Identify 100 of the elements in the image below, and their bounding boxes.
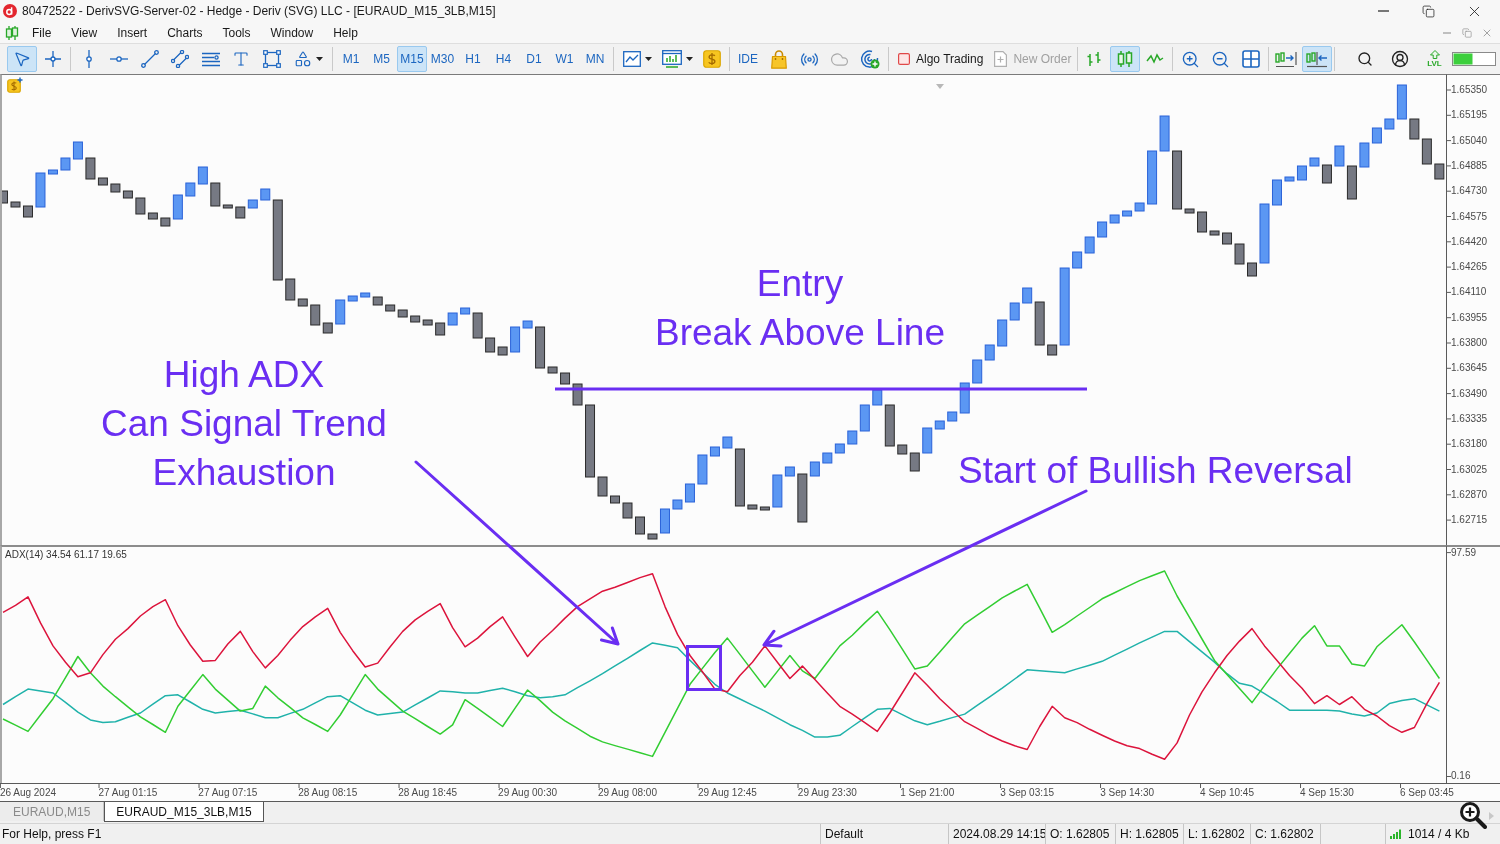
value-label: 97.59	[1451, 546, 1477, 559]
time-label: 28 Aug 08:15	[298, 784, 358, 799]
timeframe-button[interactable]: W1	[549, 46, 580, 72]
target-plus-icon	[860, 49, 880, 69]
timeframe-button[interactable]: M1	[336, 46, 366, 72]
status-field: C: 1.62802	[1255, 827, 1314, 841]
price-label: 1.63025	[1451, 463, 1488, 476]
up-arrow-icon	[1429, 50, 1440, 59]
zigzag-line-icon	[1146, 53, 1165, 65]
chart-tab[interactable]: EURAUD_M15_3LB,M15	[104, 802, 264, 822]
chart-shift-icon	[1305, 50, 1328, 68]
time-label: 26 Aug 2024	[0, 784, 57, 799]
menu-item[interactable]: File	[22, 22, 62, 43]
text-tool-icon	[232, 50, 250, 68]
menu-item[interactable]: Insert	[107, 22, 158, 43]
price-label: 1.63800	[1451, 337, 1488, 349]
zoom-out-icon	[1211, 49, 1231, 69]
time-label: 29 Aug 23:30	[797, 784, 857, 799]
cursor-icon	[13, 50, 31, 68]
highlight-square	[686, 645, 722, 691]
price-label: 1.63335	[1451, 412, 1488, 425]
time-label: 4 Sep 10:45	[1200, 784, 1254, 799]
price-label: 1.65350	[1451, 84, 1488, 96]
zoom-in-icon	[1180, 49, 1200, 69]
cursor-tool-button[interactable]	[7, 46, 37, 72]
shapes-icon	[293, 50, 312, 68]
timeframe-button[interactable]: M5	[366, 46, 397, 72]
connection-meter-icon	[1452, 52, 1496, 66]
stacked-lines-icon	[201, 51, 220, 67]
algo-trading-button[interactable]: Algo Trading	[892, 46, 989, 72]
caret-icon	[686, 57, 693, 61]
menu-item[interactable]: Tools	[212, 22, 261, 43]
chart-window-icon	[622, 51, 641, 67]
price-label: 1.64885	[1451, 159, 1488, 172]
status-text: For Help, press F1	[1, 827, 103, 841]
levels-button[interactable]: LVL	[1417, 46, 1452, 72]
crosshair-icon	[43, 50, 62, 68]
ide-button[interactable]: IDE	[733, 46, 763, 72]
menu-item[interactable]: Help	[323, 22, 368, 43]
horizontal-line-icon	[110, 56, 128, 62]
time-label: 27 Aug 01:15	[98, 784, 158, 799]
menu-item[interactable]: Charts	[157, 22, 213, 43]
time-label: 3 Sep 03:15	[1000, 784, 1055, 799]
rectangle-icon	[262, 50, 281, 68]
price-label: 1.65195	[1451, 109, 1488, 122]
time-label: 29 Aug 08:00	[598, 784, 657, 799]
timeframe-button[interactable]: H1	[458, 46, 488, 72]
menu-item[interactable]: View	[61, 22, 108, 43]
document-plus-icon	[994, 51, 1008, 67]
indicator-label: ADX(14) 34.54 61.17 19.65	[5, 549, 127, 560]
time-label: 1 Sep 21:00	[900, 784, 955, 799]
chart-icon	[5, 25, 19, 40]
price-label: 1.62715	[1451, 514, 1488, 527]
search-icon	[1356, 51, 1373, 67]
dollar-icon	[703, 50, 721, 68]
status-field: O: 1.62805	[1050, 827, 1110, 841]
timeframe-button[interactable]: M15	[397, 46, 427, 72]
price-label: 1.64420	[1451, 235, 1488, 248]
time-label: 29 Aug 00:30	[498, 784, 558, 799]
time-label: 28 Aug 18:45	[398, 784, 458, 799]
timeframe-button[interactable]: M30	[427, 46, 458, 72]
chart-shift-button[interactable]	[1301, 46, 1332, 72]
price-label: 1.63490	[1451, 387, 1488, 400]
channel-icon	[171, 50, 189, 68]
timeframe-button[interactable]: D1	[519, 46, 549, 72]
menu-item[interactable]: Window	[260, 22, 324, 43]
caret-icon	[644, 57, 652, 61]
shopping-bag-icon	[770, 49, 787, 69]
time-label: 3 Sep 14:30	[1100, 784, 1155, 799]
signal-bars-icon	[1390, 829, 1402, 839]
status-field: Default	[825, 827, 864, 841]
vertical-line-icon	[85, 50, 92, 68]
minimize-icon	[1443, 31, 1451, 34]
price-label: 1.64265	[1451, 261, 1488, 274]
timeframe-button[interactable]: H4	[488, 46, 519, 72]
scroll-arrow-icon	[1489, 812, 1494, 820]
minimize-icon	[1377, 10, 1389, 12]
caret-icon	[315, 57, 323, 61]
price-label: 1.63645	[1451, 362, 1488, 375]
window-title: 80472522 - DerivSVG-Server-02 - Hedge - Deriv (SVG) LLC - [EURAUD_M15_3LB,M15]	[22, 4, 496, 18]
time-label: 4 Sep 15:30	[1299, 784, 1354, 799]
price-label: 1.64730	[1451, 185, 1488, 198]
status-field: H: 1.62805	[1120, 827, 1179, 841]
value-label: 0.16	[1451, 770, 1471, 783]
price-label: 1.63180	[1451, 438, 1488, 451]
restore-icon	[1422, 4, 1436, 18]
chart-tab[interactable]: EURAUD,M15	[0, 802, 105, 821]
trend-line-icon	[140, 50, 159, 68]
price-label: 1.63955	[1451, 311, 1488, 324]
status-field: L: 1.62802	[1188, 827, 1245, 841]
time-label: 6 Sep 03:45	[1399, 784, 1454, 799]
restore-icon	[1462, 27, 1472, 38]
time-label: 27 Aug 07:15	[198, 784, 258, 799]
price-label: 1.62870	[1451, 488, 1488, 501]
timeframe-button[interactable]: MN	[580, 46, 610, 72]
price-label: 1.65040	[1451, 134, 1488, 147]
candlestick-icon	[1115, 50, 1134, 68]
candlestick-chart-button[interactable]	[1109, 46, 1140, 72]
time-label: 29 Aug 12:45	[697, 784, 757, 799]
traffic-text: 1014 / 4 Kb	[1408, 827, 1470, 841]
